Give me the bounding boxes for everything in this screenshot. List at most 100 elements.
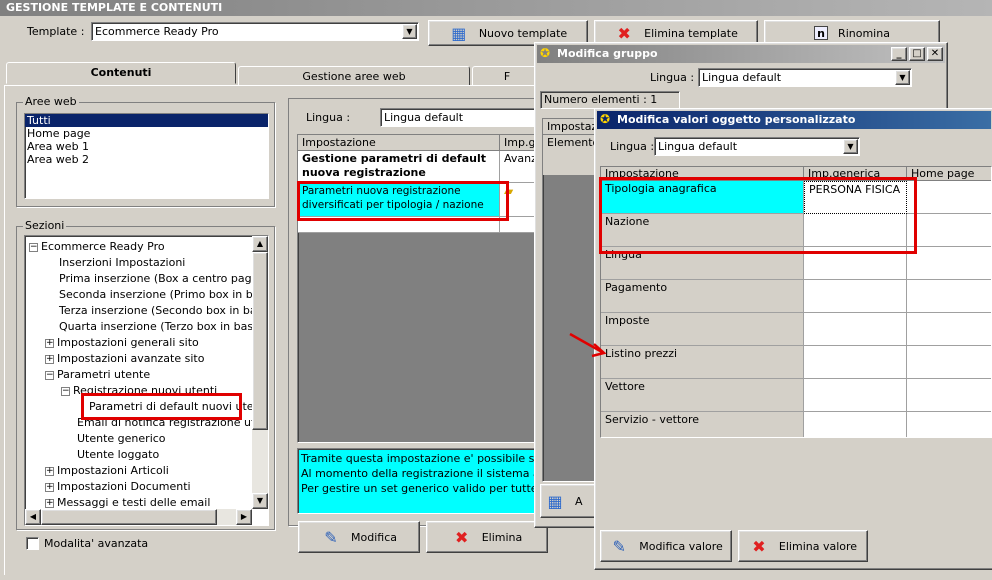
list-item[interactable]: Area web 2 xyxy=(25,153,268,166)
maximize-icon[interactable]: □ xyxy=(909,47,925,61)
table-cell[interactable] xyxy=(804,346,907,379)
tree-node[interactable]: Seconda inserzione (Primo box in basso) xyxy=(25,287,255,303)
chevron-down-icon[interactable]: ▼ xyxy=(402,24,417,39)
tree-node[interactable]: − Parametri utente xyxy=(25,367,255,383)
scroll-thumb[interactable] xyxy=(41,509,217,525)
expand-icon[interactable]: + xyxy=(45,339,54,348)
edit-icon: ✎ xyxy=(612,536,626,556)
collapse-icon[interactable]: − xyxy=(61,387,70,396)
column-header[interactable]: Impostazione xyxy=(298,135,500,151)
advanced-mode-label: Modalita' avanzata xyxy=(44,537,149,550)
description-box: Tramite questa impostazione e' possibile… xyxy=(297,448,540,514)
group-lingua-select[interactable]: Lingua default ▼ xyxy=(698,68,912,87)
delete-icon: ✖ xyxy=(752,536,766,556)
modify-value-button[interactable]: ✎ Modifica valore xyxy=(600,530,732,562)
group-count: Numero elementi : 1 xyxy=(540,91,680,109)
expand-icon[interactable]: + xyxy=(45,467,54,476)
rename-icon: n xyxy=(814,26,829,40)
lingua-label: Lingua : xyxy=(306,111,351,124)
chevron-down-icon[interactable]: ▼ xyxy=(843,139,858,154)
tree-node[interactable]: Utente generico xyxy=(25,431,255,447)
delete-icon: ✖ xyxy=(455,527,469,547)
group-grid[interactable]: Impostaz Elemento xyxy=(542,118,602,482)
modify-button[interactable]: ✎ Modifica xyxy=(298,521,420,553)
dialog-title-bar[interactable]: ✪ Modifica gruppo _ □ ✕ xyxy=(537,45,945,63)
scroll-thumb[interactable] xyxy=(252,252,268,430)
values-lingua-select[interactable]: Lingua default ▼ xyxy=(654,137,860,156)
tree-node[interactable]: Inserzioni Impostazioni xyxy=(25,255,255,271)
dialog-title-bar[interactable]: ✪ Modifica valori oggetto personalizzato xyxy=(597,111,991,129)
table-row[interactable]: Pagamento xyxy=(601,280,804,313)
tree-node[interactable]: + Impostazioni Documenti xyxy=(25,479,255,495)
table-row[interactable]: Vettore xyxy=(601,379,804,412)
column-header[interactable]: Home page xyxy=(907,167,991,181)
lingua-select[interactable]: Lingua default xyxy=(380,108,540,127)
scroll-up-icon[interactable]: ▲ xyxy=(252,236,268,252)
table-cell[interactable] xyxy=(907,346,991,379)
expand-icon[interactable]: + xyxy=(45,483,54,492)
collapse-icon[interactable]: − xyxy=(29,243,38,252)
tab-contenuti[interactable]: Contenuti xyxy=(6,62,236,84)
table-cell[interactable] xyxy=(804,313,907,346)
list-item[interactable]: Tutti xyxy=(25,114,268,127)
tree-node[interactable]: Quarta inserzione (Terzo box in basso) xyxy=(25,319,255,335)
group-lingua-label: Lingua : xyxy=(650,71,695,84)
tree-node[interactable]: + Impostazioni Articoli xyxy=(25,463,255,479)
tree-vscrollbar[interactable]: ▲ ▼ xyxy=(252,236,268,509)
aree-web-list[interactable]: Tutti Home page Area web 1 Area web 2 xyxy=(24,113,269,199)
table-cell[interactable] xyxy=(907,412,991,437)
app-title: GESTIONE TEMPLATE E CONTENUTI xyxy=(6,1,223,14)
template-select[interactable]: Ecommerce Ready Pro ▼ xyxy=(91,22,419,41)
tab-third[interactable]: F xyxy=(472,66,542,86)
tree-hscrollbar[interactable]: ◀ ▶ xyxy=(25,509,252,525)
collapse-icon[interactable]: − xyxy=(45,371,54,380)
app-icon: ✪ xyxy=(540,46,551,60)
close-icon[interactable]: ✕ xyxy=(927,47,943,61)
table-row[interactable]: Gestione parametri di default nuova regi… xyxy=(298,151,500,183)
edit-icon: ✎ xyxy=(324,527,338,547)
table-cell[interactable] xyxy=(907,280,991,313)
scroll-left-icon[interactable]: ◀ xyxy=(25,509,41,525)
app-icon: ✪ xyxy=(600,112,611,126)
delete-button[interactable]: ✖ Elimina xyxy=(426,521,548,553)
add-element-button[interactable]: ▦ A xyxy=(540,484,600,518)
list-item[interactable]: Area web 1 xyxy=(25,140,268,153)
expand-icon[interactable]: + xyxy=(45,355,54,364)
table-row[interactable]: Listino prezzi xyxy=(601,346,804,379)
add-icon: ▦ xyxy=(547,491,563,511)
expand-icon[interactable]: + xyxy=(45,499,54,508)
table-cell[interactable] xyxy=(804,379,907,412)
annotation-box xyxy=(81,393,242,420)
new-template-icon: ▦ xyxy=(451,23,467,43)
tree-node[interactable]: Terza inserzione (Secondo box in basso) xyxy=(25,303,255,319)
tree-node[interactable]: − Ecommerce Ready Pro xyxy=(25,239,255,255)
template-label: Template : xyxy=(27,25,85,38)
tree-node[interactable]: + Impostazioni avanzate sito xyxy=(25,351,255,367)
template-select-value: Ecommerce Ready Pro xyxy=(95,25,219,38)
list-item[interactable]: Home page xyxy=(25,127,268,140)
table-cell[interactable] xyxy=(907,379,991,412)
table-cell[interactable] xyxy=(804,280,907,313)
delete-value-button[interactable]: ✖ Elimina valore xyxy=(738,530,868,562)
delete-icon: ✖ xyxy=(617,23,631,43)
minimize-icon[interactable]: _ xyxy=(891,47,907,61)
tab-aree-web[interactable]: Gestione aree web xyxy=(238,66,470,86)
table-cell[interactable] xyxy=(907,181,991,214)
tree-node[interactable]: Utente loggato xyxy=(25,447,255,463)
chevron-down-icon[interactable]: ▼ xyxy=(895,70,910,85)
tree-node[interactable]: + Impostazioni generali sito xyxy=(25,335,255,351)
table-cell[interactable] xyxy=(907,313,991,346)
advanced-mode-checkbox[interactable] xyxy=(26,537,39,550)
tree-node[interactable]: Prima inserzione (Box a centro pagina) xyxy=(25,271,255,287)
table-row[interactable]: Imposte xyxy=(601,313,804,346)
table-cell[interactable] xyxy=(804,412,907,437)
table-cell[interactable] xyxy=(907,214,991,247)
annotation-box xyxy=(599,177,917,254)
table-cell[interactable] xyxy=(907,247,991,280)
sezioni-tree[interactable]: − Ecommerce Ready Pro Inserzioni Impostaz… xyxy=(24,235,269,526)
table-row[interactable]: Servizio - vettore xyxy=(601,412,804,437)
scroll-down-icon[interactable]: ▼ xyxy=(252,493,268,509)
scroll-right-icon[interactable]: ▶ xyxy=(236,509,252,525)
app-title-bar: GESTIONE TEMPLATE E CONTENUTI xyxy=(0,0,992,16)
annotation-arrow-icon xyxy=(569,332,607,358)
